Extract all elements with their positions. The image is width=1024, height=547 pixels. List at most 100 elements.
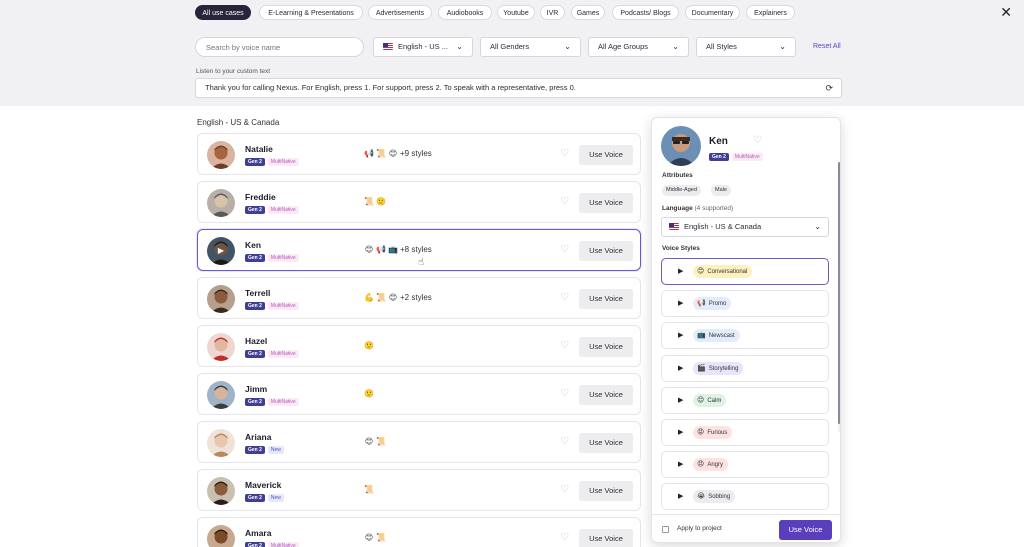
play-icon[interactable]: ▶ bbox=[678, 492, 683, 500]
style-icon: 🙂 bbox=[364, 389, 374, 398]
style-icon: 📜 bbox=[376, 533, 386, 542]
voice-styles-summary: 📢 📜 😊 +9 styles bbox=[364, 149, 432, 158]
category-e-learning[interactable]: E-Learning & Presentations bbox=[259, 5, 363, 20]
use-voice-button[interactable]: Use Voice bbox=[579, 433, 633, 453]
search-input[interactable] bbox=[195, 37, 364, 57]
play-icon[interactable]: ▶ bbox=[678, 267, 683, 275]
voice-badges: Gen 2 MultiNative bbox=[709, 153, 763, 171]
voice-row[interactable]: Amara Gen 2 MultiNative 😊 📜 ♡ Use Voice bbox=[197, 517, 641, 547]
close-icon[interactable]: ✕ bbox=[1000, 4, 1012, 20]
reset-all-link[interactable]: Reset All bbox=[813, 43, 841, 50]
style-icon: 🙂 bbox=[376, 197, 386, 206]
voice-row[interactable]: Maverick Gen 2 New 📜 ♡ Use Voice bbox=[197, 469, 641, 511]
avatar[interactable] bbox=[207, 333, 235, 361]
use-voice-button[interactable]: Use Voice bbox=[779, 520, 832, 540]
chevron-down-icon: ⌄ bbox=[672, 42, 679, 51]
play-icon[interactable]: ▶ bbox=[678, 331, 683, 339]
category-ivr[interactable]: IVR bbox=[540, 5, 565, 20]
gender-dropdown[interactable]: All Genders ⌄ bbox=[480, 37, 581, 57]
play-icon[interactable]: ▶ bbox=[678, 428, 683, 436]
style-icon: 😊 bbox=[364, 533, 374, 542]
chevron-down-icon: ⌄ bbox=[779, 42, 786, 51]
age-dropdown[interactable]: All Age Groups ⌄ bbox=[588, 37, 689, 57]
avatar[interactable] bbox=[207, 429, 235, 457]
use-voice-button[interactable]: Use Voice bbox=[579, 337, 633, 357]
voice-style-card[interactable]: ▶ 😌 Calm bbox=[661, 386, 829, 414]
play-icon[interactable]: ▶ bbox=[207, 237, 235, 265]
voice-row[interactable]: Freddie Gen 2 MultiNative 📜 🙂 ♡ Use Voice bbox=[197, 181, 641, 223]
gen-badge: Gen 2 bbox=[245, 158, 265, 166]
heart-icon[interactable]: ♡ bbox=[560, 532, 569, 543]
category-explainers[interactable]: Explainers bbox=[746, 5, 795, 20]
voice-style-card[interactable]: ▶ 😠 Angry bbox=[661, 451, 829, 479]
use-voice-button[interactable]: Use Voice bbox=[579, 385, 633, 405]
play-icon[interactable]: ▶ bbox=[678, 364, 683, 372]
avatar[interactable] bbox=[207, 381, 235, 409]
us-flag-icon bbox=[383, 43, 393, 50]
voice-row[interactable]: Ariana Gen 2 New 😊 📜 ♡ Use Voice bbox=[197, 421, 641, 463]
use-voice-button[interactable]: Use Voice bbox=[579, 241, 633, 261]
category-advertisements[interactable]: Advertisements bbox=[368, 5, 432, 20]
play-icon[interactable]: ▶ bbox=[678, 396, 683, 404]
play-icon[interactable]: ▶ bbox=[678, 299, 683, 307]
voice-styles-summary: 🙂 bbox=[364, 341, 376, 350]
heart-icon[interactable]: ♡ bbox=[560, 484, 569, 495]
style-label: Storytelling bbox=[708, 365, 739, 372]
heart-icon[interactable]: ♡ bbox=[560, 196, 569, 207]
heart-icon[interactable]: ♡ bbox=[560, 244, 569, 255]
voice-row[interactable]: Jimm Gen 2 MultiNative 🙂 ♡ Use Voice bbox=[197, 373, 641, 415]
avatar[interactable] bbox=[207, 189, 235, 217]
use-voice-button[interactable]: Use Voice bbox=[579, 193, 633, 213]
voice-row[interactable]: Hazel Gen 2 MultiNative 🙂 ♡ Use Voice bbox=[197, 325, 641, 367]
use-voice-button[interactable]: Use Voice bbox=[579, 529, 633, 547]
chevron-down-icon: ⌄ bbox=[564, 42, 571, 51]
heart-icon[interactable]: ♡ bbox=[753, 135, 762, 146]
language-dropdown[interactable]: English - US ... ⌄ bbox=[373, 37, 473, 57]
category-podcasts-blogs[interactable]: Podcasts/ Blogs bbox=[612, 5, 679, 20]
category-games[interactable]: Games bbox=[571, 5, 605, 20]
category-documentary[interactable]: Documentary bbox=[685, 5, 740, 20]
voice-styles-summary: 📜 bbox=[364, 485, 376, 494]
voice-style-card[interactable]: ▶ 📺 Newscast bbox=[661, 322, 829, 350]
panel-language-dropdown[interactable]: English - US & Canada ⌄ bbox=[661, 217, 829, 237]
scrollbar-thumb[interactable] bbox=[838, 162, 840, 424]
heart-icon[interactable]: ♡ bbox=[560, 436, 569, 447]
voice-badges: Gen 2 New bbox=[245, 446, 284, 464]
avatar[interactable] bbox=[207, 525, 235, 547]
category-audiobooks[interactable]: Audiobooks bbox=[438, 5, 492, 20]
style-icon: 📺 bbox=[388, 245, 398, 254]
heart-icon[interactable]: ♡ bbox=[560, 388, 569, 399]
heart-icon[interactable]: ♡ bbox=[560, 148, 569, 159]
voice-style-card[interactable]: ▶ 😡 Furious bbox=[661, 419, 829, 446]
refresh-icon[interactable]: ⟳ bbox=[825, 79, 833, 97]
category-youtube[interactable]: Youtube bbox=[497, 5, 535, 20]
more-styles-count: +8 styles bbox=[400, 245, 432, 254]
use-voice-button[interactable]: Use Voice bbox=[579, 481, 633, 501]
heart-icon[interactable]: ♡ bbox=[560, 340, 569, 351]
style-icon: 😊 bbox=[388, 149, 398, 158]
voice-row[interactable]: Natalie Gen 2 MultiNative 📢 📜 😊 +9 styles ♡ Use … bbox=[197, 133, 641, 175]
apply-to-project-checkbox[interactable] bbox=[662, 526, 669, 533]
style-icon: 📜 bbox=[376, 149, 386, 158]
use-voice-button[interactable]: Use Voice bbox=[579, 289, 633, 309]
voice-style-card[interactable]: ▶ 😭 Sobbing bbox=[661, 483, 829, 511]
category-all-use-cases[interactable]: All use cases bbox=[195, 5, 251, 20]
avatar[interactable] bbox=[207, 285, 235, 313]
voice-styles-summary: 😊 📢 📺 +8 styles bbox=[364, 245, 432, 254]
voice-name: Amara bbox=[245, 528, 272, 538]
voice-styles-summary: 📜 🙂 bbox=[364, 197, 388, 206]
voice-row[interactable]: Terrell Gen 2 MultiNative 💪 📜 😊 +2 styles ♡ Use … bbox=[197, 277, 641, 319]
voice-style-card[interactable]: ▶ 😊 Conversational bbox=[661, 258, 829, 285]
voice-style-card[interactable]: ▶ 🎬 Storytelling bbox=[661, 354, 829, 382]
style-dropdown[interactable]: All Styles ⌄ bbox=[696, 37, 796, 57]
heart-icon[interactable]: ♡ bbox=[560, 292, 569, 303]
play-icon[interactable]: ▶ bbox=[678, 460, 683, 468]
avatar[interactable] bbox=[207, 477, 235, 505]
scrollbar[interactable] bbox=[838, 162, 840, 432]
use-voice-button[interactable]: Use Voice bbox=[579, 145, 633, 165]
style-pill: 📢 Promo bbox=[693, 297, 732, 311]
avatar[interactable] bbox=[207, 141, 235, 169]
avatar[interactable]: ▶ bbox=[207, 237, 235, 265]
voice-style-card[interactable]: ▶ 📢 Promo bbox=[661, 290, 829, 318]
custom-text-input[interactable]: Thank you for calling Nexus. For English… bbox=[195, 78, 842, 98]
